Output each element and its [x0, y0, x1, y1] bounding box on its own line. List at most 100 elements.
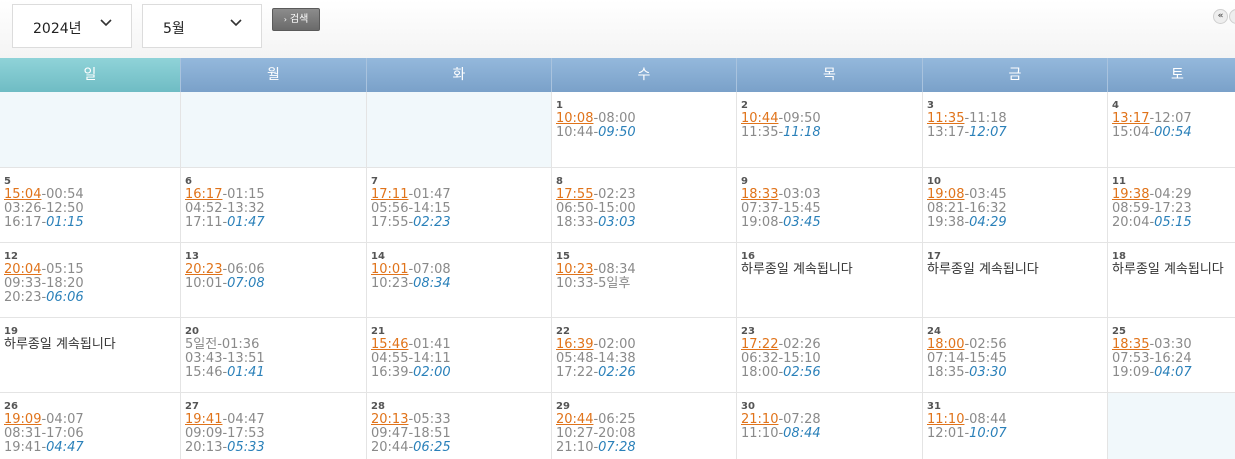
time-link[interactable]: 17:11	[371, 187, 408, 202]
time-line: 15:04-00:54	[1112, 126, 1235, 140]
day-cell[interactable]: 15 10:23-08:34 10:33-5일후	[552, 243, 737, 318]
day-number: 11	[1112, 176, 1126, 187]
time-italic: 02:23	[413, 215, 451, 230]
day-cell[interactable]: 3 11:35-11:18 13:17-12:07	[923, 92, 1108, 168]
day-cell[interactable]: 13 20:23-06:06 10:01-07:08	[181, 243, 367, 318]
year-select[interactable]: 2024년	[12, 4, 132, 48]
time-link[interactable]: 11:10	[927, 412, 964, 427]
day-cell[interactable]: 17 하루종일 계속됩니다	[923, 243, 1108, 318]
time-text: 06:32-15:10	[741, 351, 821, 366]
day-cell[interactable]: 26 19:09-04:07 08:31-17:06 19:41-04:47	[0, 393, 181, 459]
day-cell[interactable]: 1 10:08-08:00 10:44-09:50	[552, 92, 737, 168]
day-cell[interactable]: 23 17:22-02:26 06:32-15:10 18:00-02:56	[737, 318, 923, 393]
time-line: 10:44-09:50	[556, 126, 736, 140]
time-line: 05:48-14:38	[556, 352, 736, 366]
time-text: 10:44-	[556, 125, 599, 140]
time-text: -04:07	[41, 412, 84, 427]
empty-day-cell	[0, 92, 181, 168]
day-cell[interactable]: 12 20:04-05:15 09:33-18:20 20:23-06:06	[0, 243, 181, 318]
time-link[interactable]: 19:41	[185, 412, 222, 427]
day-cell[interactable]: 21 15:46-01:41 04:55-14:11 16:39-02:00	[367, 318, 552, 393]
day-number: 22	[556, 326, 570, 337]
day-number: 12	[4, 251, 18, 262]
time-text: -03:03	[778, 187, 821, 202]
time-text: 20:44-	[371, 440, 414, 455]
time-line: 06:32-15:10	[741, 352, 922, 366]
day-cell[interactable]: 4 13:17-12:07 15:04-00:54	[1108, 92, 1235, 168]
time-text: 18:33-	[556, 215, 599, 230]
time-link[interactable]: 20:23	[185, 262, 222, 277]
time-link[interactable]: 18:35	[1112, 337, 1149, 352]
time-text: 17:22-	[556, 365, 599, 380]
day-cell[interactable]: 14 10:01-07:08 10:23-08:34	[367, 243, 552, 318]
time-link[interactable]: 20:13	[371, 412, 408, 427]
time-link[interactable]: 19:09	[4, 412, 41, 427]
time-text: 20:23-	[4, 290, 47, 305]
time-text: -12:07	[1149, 111, 1192, 126]
time-link[interactable]: 10:08	[556, 111, 593, 126]
weekday-6: 토	[1108, 58, 1235, 92]
search-label: 검색	[289, 14, 309, 25]
time-text: -02:56	[964, 337, 1007, 352]
time-line: 06:50-15:00	[556, 202, 736, 216]
time-link[interactable]: 18:33	[741, 187, 778, 202]
search-button[interactable]: › 검색	[272, 8, 320, 31]
day-cell[interactable]: 2 10:44-09:50 11:35-11:18	[737, 92, 923, 168]
time-link[interactable]: 20:04	[4, 262, 41, 277]
day-cell[interactable]: 25 18:35-03:30 07:53-16:24 19:09-04:07	[1108, 318, 1235, 393]
month-select[interactable]: 5월	[142, 4, 262, 48]
day-number: 24	[927, 326, 941, 337]
day-cell[interactable]: 6 16:17-01:15 04:52-13:32 17:11-01:47	[181, 168, 367, 243]
time-link[interactable]: 10:44	[741, 111, 778, 126]
time-link[interactable]: 15:46	[371, 337, 408, 352]
time-link[interactable]: 16:39	[556, 337, 593, 352]
time-link[interactable]: 15:04	[4, 187, 41, 202]
day-cell[interactable]: 16 하루종일 계속됩니다	[737, 243, 923, 318]
day-cell[interactable]: 22 16:39-02:00 05:48-14:38 17:22-02:26	[552, 318, 737, 393]
nav-button[interactable]	[1229, 9, 1235, 24]
day-cell[interactable]: 8 17:55-02:23 06:50-15:00 18:33-03:03	[552, 168, 737, 243]
time-text: 20:13-	[185, 440, 228, 455]
time-text: 17:11-	[185, 215, 228, 230]
time-line: 13:17-12:07	[1112, 112, 1235, 126]
time-text: -00:54	[41, 187, 84, 202]
day-cell[interactable]: 30 21:10-07:28 11:10-08:44	[737, 393, 923, 459]
day-cell[interactable]: 24 18:00-02:56 07:14-15:45 18:35-03:30	[923, 318, 1108, 393]
time-link[interactable]: 21:10	[741, 412, 778, 427]
day-cell[interactable]: 27 19:41-04:47 09:09-17:53 20:13-05:33	[181, 393, 367, 459]
time-link[interactable]: 10:01	[371, 262, 408, 277]
day-number: 15	[556, 251, 570, 262]
time-link[interactable]: 10:23	[556, 262, 593, 277]
time-line: 19:41-04:47	[4, 441, 180, 455]
day-cell[interactable]: 29 20:44-06:25 10:27-20:08 21:10-07:28	[552, 393, 737, 459]
time-link[interactable]: 20:44	[556, 412, 593, 427]
day-cell[interactable]: 10 19:08-03:45 08:21-16:32 19:38-04:29	[923, 168, 1108, 243]
time-link[interactable]: 13:17	[1112, 111, 1149, 126]
time-text: 21:10-	[556, 440, 599, 455]
day-cell[interactable]: 31 11:10-08:44 12:01-10:07	[923, 393, 1108, 459]
time-link[interactable]: 19:38	[1112, 187, 1149, 202]
time-link[interactable]: 11:35	[927, 111, 964, 126]
time-link[interactable]: 19:08	[927, 187, 964, 202]
time-text: 07:53-16:24	[1112, 351, 1192, 366]
time-line: 17:55-02:23	[556, 188, 736, 202]
day-cell[interactable]: 20 5일전-01:36 03:43-13:51 15:46-01:41	[181, 318, 367, 393]
time-text: -04:29	[1149, 187, 1192, 202]
day-cell[interactable]: 9 18:33-03:03 07:37-15:45 19:08-03:45	[737, 168, 923, 243]
arrow-right-icon: ›	[283, 15, 287, 24]
day-cell[interactable]: 28 20:13-05:33 09:47-18:51 20:44-06:25	[367, 393, 552, 459]
prev-month-button[interactable]: «	[1213, 9, 1228, 24]
time-italic: 09:50	[598, 125, 636, 140]
day-cell[interactable]: 11 19:38-04:29 08:59-17:23 20:04-05:15	[1108, 168, 1235, 243]
day-cell[interactable]: 5 15:04-00:54 03:26-12:50 16:17-01:15	[0, 168, 181, 243]
day-cell[interactable]: 19 하루종일 계속됩니다	[0, 318, 181, 393]
time-link[interactable]: 18:00	[927, 337, 964, 352]
time-link[interactable]: 16:17	[185, 187, 222, 202]
time-text: -03:45	[964, 187, 1007, 202]
time-link[interactable]: 17:22	[741, 337, 778, 352]
time-text: 11:10-	[741, 426, 784, 441]
day-cell[interactable]: 18 하루종일 계속됩니다	[1108, 243, 1235, 318]
time-line: 18:35-03:30	[1112, 338, 1235, 352]
day-cell[interactable]: 7 17:11-01:47 05:56-14:15 17:55-02:23	[367, 168, 552, 243]
time-link[interactable]: 17:55	[556, 187, 593, 202]
